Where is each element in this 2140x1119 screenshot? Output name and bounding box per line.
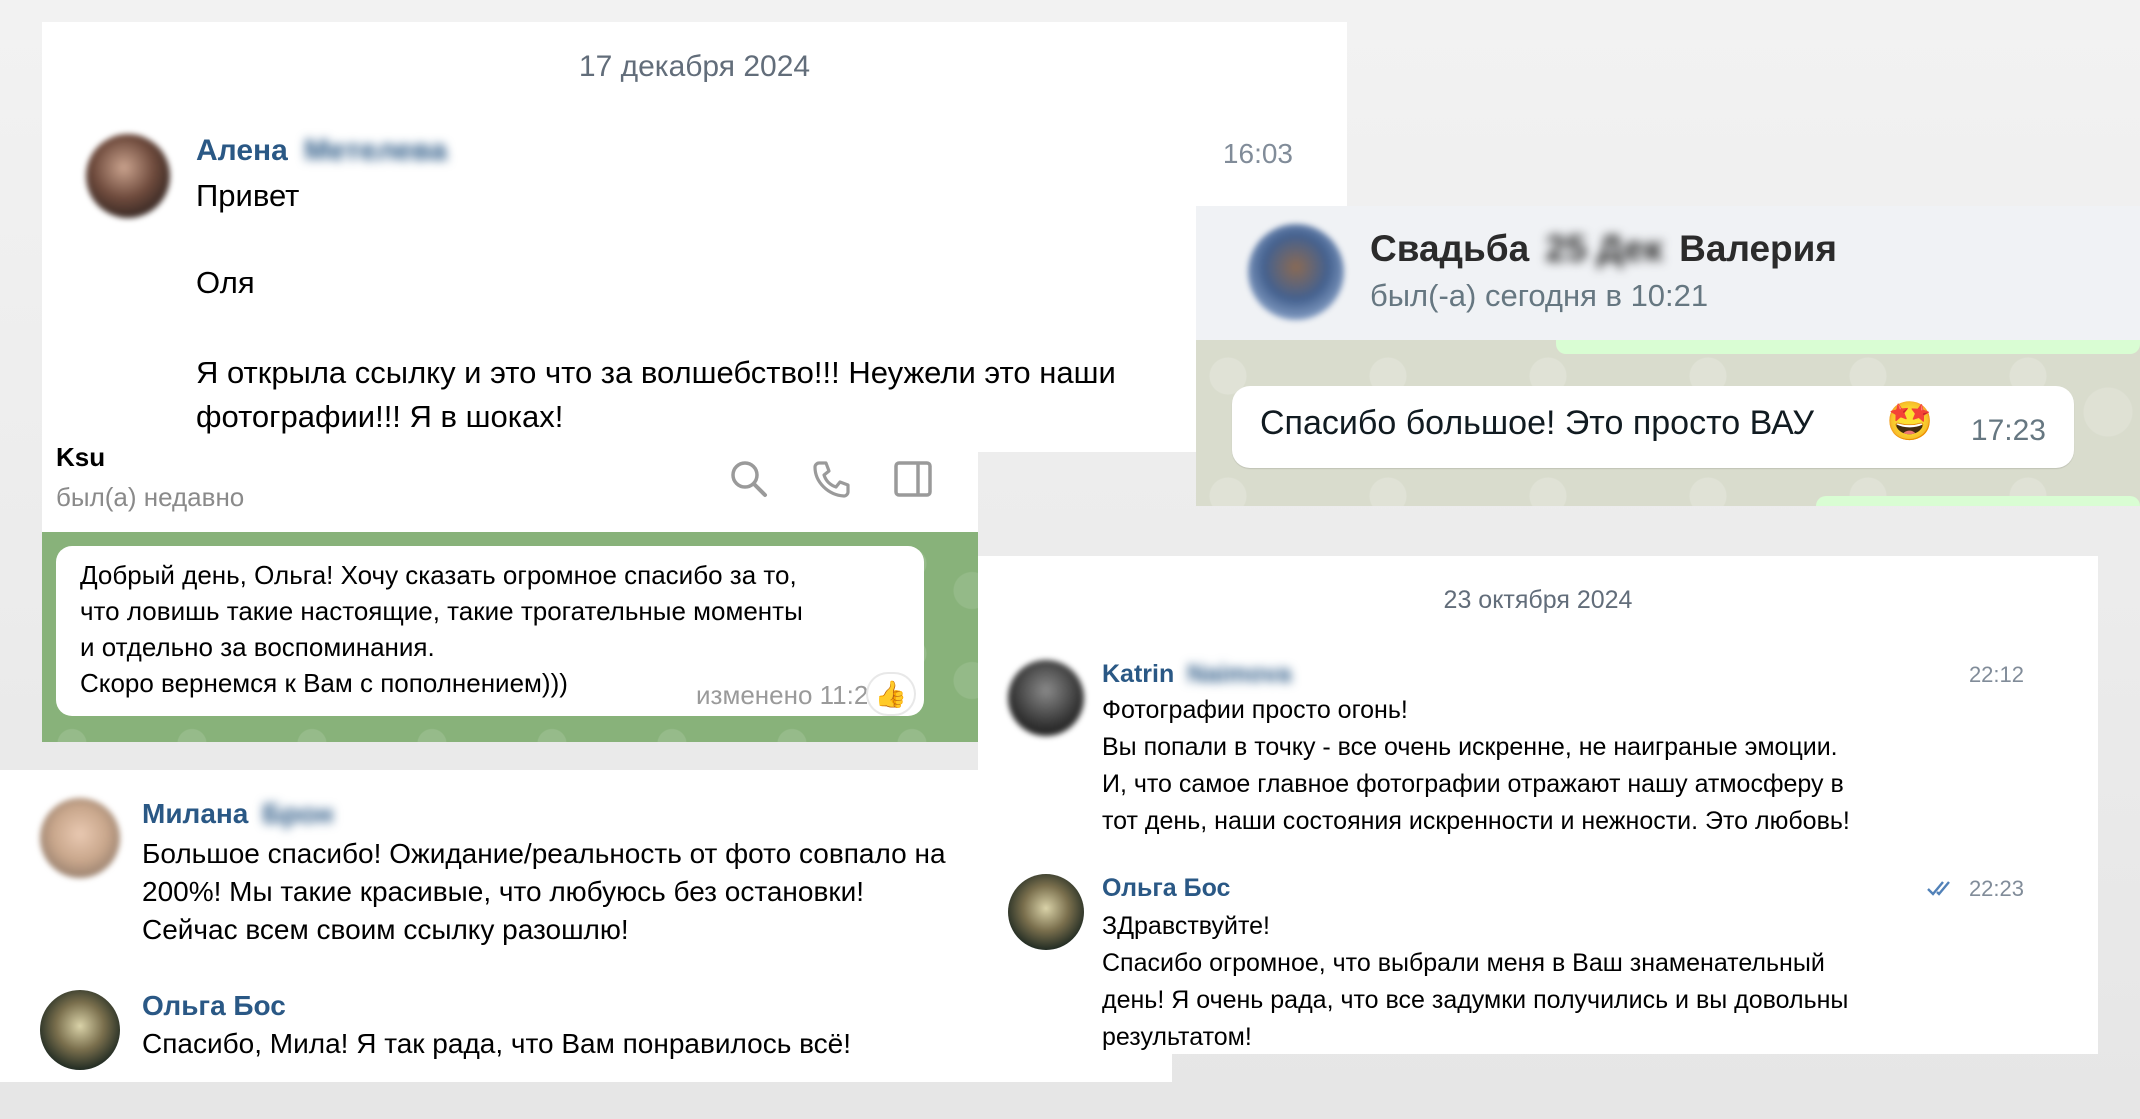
sender-surname-blurred: Метелева (304, 134, 447, 167)
avatar[interactable] (40, 990, 120, 1070)
chat-background: Добрый день, Ольга! Хочу сказать огромно… (42, 532, 978, 742)
message-time: 22:23 (1968, 876, 2024, 901)
review-card-katrin: 23 октября 2024 Katrin Naimova 22:12 Фот… (978, 556, 2098, 1054)
message-line: Привет (196, 178, 300, 213)
sender-name-row: Katrin Naimova (1102, 660, 1291, 689)
thumbs-up-icon: 👍 (874, 679, 908, 709)
avatar[interactable] (1008, 660, 1084, 736)
message-line: Я открыла ссылку и это что за волшебство… (196, 355, 1116, 390)
sender-name-row: Алена Метелева (196, 134, 447, 168)
sender-name[interactable]: Милана (142, 798, 248, 829)
message-meta: 22:23 (1926, 876, 2024, 903)
message-line: Сейчас всем своим ссылку разошлю! (142, 914, 629, 945)
review-card-ksu: Ksu был(а) недавно Добрый день, Ольга! Х… (42, 440, 978, 742)
avatar[interactable] (1008, 874, 1084, 950)
message-line: фотографии!!! Я в шоках! (196, 399, 564, 434)
sender-name[interactable]: Алена (196, 134, 288, 167)
sender-name-row: Милана Брон (142, 798, 333, 830)
chat-status: был(а) недавно (56, 482, 245, 512)
message-time: 22:12 (1968, 662, 2024, 687)
chat-header: Ksu был(а) недавно (42, 440, 978, 532)
message-time: 17:23 (1970, 414, 2046, 447)
message-line: тот день, наши состояния искренности и н… (1102, 807, 1850, 835)
message-line: Оля (196, 265, 255, 300)
message-line: Фотографии просто огонь! (1102, 696, 1408, 724)
date-separator: 23 октября 2024 (1443, 586, 1633, 614)
message-line: что ловишь такие настоящие, такие трогат… (80, 596, 803, 626)
sidebar-panel-icon[interactable] (892, 458, 934, 505)
incoming-message-bubble[interactable]: Добрый день, Ольга! Хочу сказать огромно… (56, 546, 924, 716)
message-line: Большое спасибо! Ожидание/реальность от … (142, 838, 946, 869)
chat-title[interactable]: Ksu (56, 442, 105, 473)
message-line: ЗДравствуйте! (1102, 912, 1271, 940)
message-line: день! Я очень рада, что все задумки полу… (1102, 986, 1849, 1014)
review-card-wedding: Свадьба 25 Дек Валерия был(-а) сегодня в… (1196, 206, 2140, 506)
chat-title-blurred: 25 Дек (1545, 228, 1663, 269)
avatar[interactable] (40, 798, 120, 878)
chat-title[interactable]: Свадьба 25 Дек Валерия (1370, 228, 1837, 270)
chat-title-start: Свадьба (1370, 228, 1530, 269)
chat-background: Спасибо большое! Это просто ВАУ 🤩 17:23 (1196, 340, 2140, 506)
date-separator: 17 декабря 2024 (578, 50, 811, 83)
chat-title-end: Валерия (1679, 228, 1837, 269)
message-text: Спасибо большое! Это просто ВАУ (1260, 404, 1814, 442)
message-time: 16:03 (1222, 138, 1293, 169)
edited-time: изменено 11:25 (696, 680, 883, 710)
search-icon[interactable] (728, 458, 770, 505)
message-line: И, что самое главное фотографии отражают… (1102, 770, 1844, 798)
star-struck-emoji-icon: 🤩 (1886, 401, 1934, 443)
message-line: Скоро вернемся к Вам с пополнением))) (80, 668, 568, 698)
sender-surname-blurred: Naimova (1187, 660, 1292, 688)
message-line: результатом! (1102, 1023, 1252, 1051)
avatar[interactable] (86, 134, 170, 218)
message-line: Добрый день, Ольга! Хочу сказать огромно… (80, 560, 797, 590)
double-check-icon (1926, 877, 1957, 903)
chat-header: Свадьба 25 Дек Валерия был(-а) сегодня в… (1196, 206, 2140, 340)
message-line: 200%! Мы такие красивые, что любуюсь без… (142, 876, 864, 907)
review-card-alena: 17 декабря 2024 Алена Метелева 16:03 При… (42, 22, 1347, 452)
phone-icon[interactable] (810, 458, 852, 505)
message-line: Спасибо огромное, что выбрали меня в Ваш… (1102, 949, 1825, 977)
sender-name[interactable]: Katrin (1102, 660, 1174, 688)
incoming-message-bubble[interactable]: Спасибо большое! Это просто ВАУ 🤩 17:23 (1232, 386, 2074, 468)
message-line: Спасибо, Мила! Я так рада, что Вам понра… (142, 1028, 852, 1059)
reaction-badge[interactable]: 👍 (868, 674, 914, 714)
message-line: Вы попали в точку - все очень искренне, … (1102, 733, 1838, 761)
avatar[interactable] (1248, 224, 1344, 320)
chat-status: был(-а) сегодня в 10:21 (1370, 278, 1709, 313)
sender-name[interactable]: Ольга Бос (142, 990, 286, 1022)
sender-surname-blurred: Брон (262, 798, 334, 829)
outgoing-bubble-edge-bottom (1816, 496, 2140, 506)
outgoing-bubble-edge (1556, 340, 2140, 354)
sender-name[interactable]: Ольга Бос (1102, 874, 1230, 903)
message-line: и отдельно за воспоминания. (80, 632, 435, 662)
